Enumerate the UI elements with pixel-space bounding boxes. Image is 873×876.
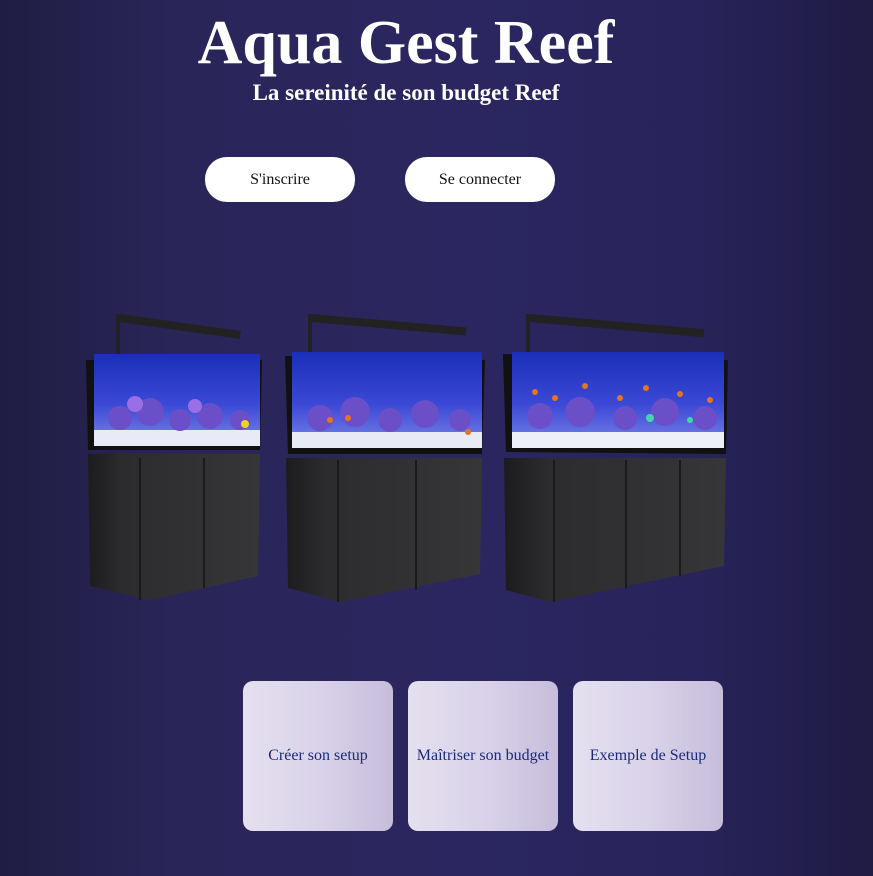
- page-subtitle: La sereinité de son budget Reef: [252, 80, 560, 105]
- page-title: Aqua Gest Reef: [197, 9, 615, 77]
- manage-budget-card[interactable]: Maîtriser son budget: [408, 681, 558, 831]
- login-button[interactable]: Se connecter: [405, 157, 555, 202]
- aquarium-large: [503, 314, 728, 602]
- signup-button[interactable]: S'inscrire: [205, 157, 355, 202]
- example-setup-card[interactable]: Exemple de Setup: [573, 681, 723, 831]
- aquarium-small: [86, 314, 262, 600]
- aquarium-medium: [285, 314, 485, 602]
- aquarium-images: [86, 314, 728, 602]
- create-setup-card[interactable]: Créer son setup: [243, 681, 393, 831]
